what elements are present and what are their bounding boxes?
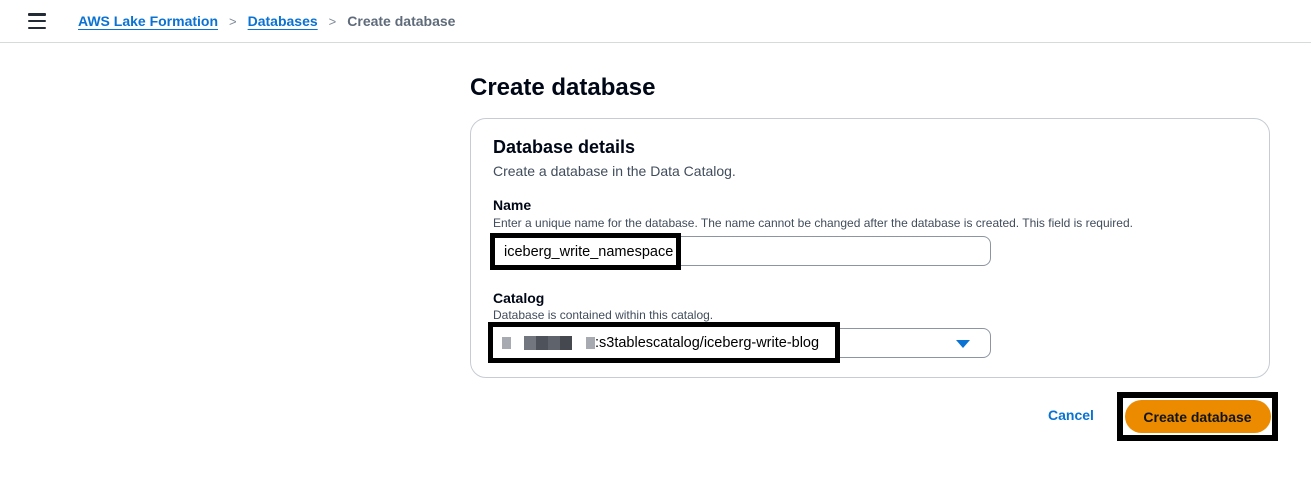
cancel-button[interactable]: Cancel: [1048, 407, 1094, 423]
top-navigation-bar: AWS Lake Formation > Databases > Create …: [0, 0, 1311, 43]
redacted-account-id-block: [586, 337, 595, 349]
annotation-box-name-value: iceberg_write_namespace: [490, 233, 681, 270]
chevron-down-icon: [956, 340, 970, 348]
catalog-field-description: Database is contained within this catalo…: [493, 308, 713, 322]
page-title: Create database: [470, 74, 655, 102]
create-database-page: AWS Lake Formation > Databases > Create …: [0, 0, 1311, 495]
annotation-box-create-button: Create database: [1117, 392, 1278, 441]
redacted-account-id-block: [502, 337, 511, 349]
section-title: Database details: [493, 137, 635, 158]
name-field-label: Name: [493, 197, 531, 213]
database-details-card: Database details Create a database in th…: [470, 118, 1270, 378]
catalog-select-value: :s3tablescatalog/iceberg-write-blog: [595, 335, 819, 351]
breadcrumb-aws-lake-formation[interactable]: AWS Lake Formation: [78, 13, 218, 29]
breadcrumb-separator-icon: >: [229, 14, 237, 29]
redacted-account-id-mosaic: [524, 336, 572, 350]
name-input-value: iceberg_write_namespace: [504, 244, 673, 260]
annotation-box-catalog-value: :s3tablescatalog/iceberg-write-blog: [488, 322, 840, 363]
hamburger-menu-icon[interactable]: [28, 13, 48, 29]
breadcrumb-databases[interactable]: Databases: [248, 13, 318, 29]
catalog-field-label: Catalog: [493, 290, 544, 306]
hamburger-bar: [28, 20, 46, 23]
section-description: Create a database in the Data Catalog.: [493, 163, 736, 179]
breadcrumb-separator-icon: >: [329, 14, 337, 29]
breadcrumb-current-page: Create database: [347, 13, 455, 29]
hamburger-bar: [28, 27, 46, 30]
breadcrumb: AWS Lake Formation > Databases > Create …: [78, 13, 455, 29]
name-field-description: Enter a unique name for the database. Th…: [493, 216, 1133, 230]
create-database-button[interactable]: Create database: [1125, 400, 1271, 433]
hamburger-bar: [28, 13, 46, 16]
